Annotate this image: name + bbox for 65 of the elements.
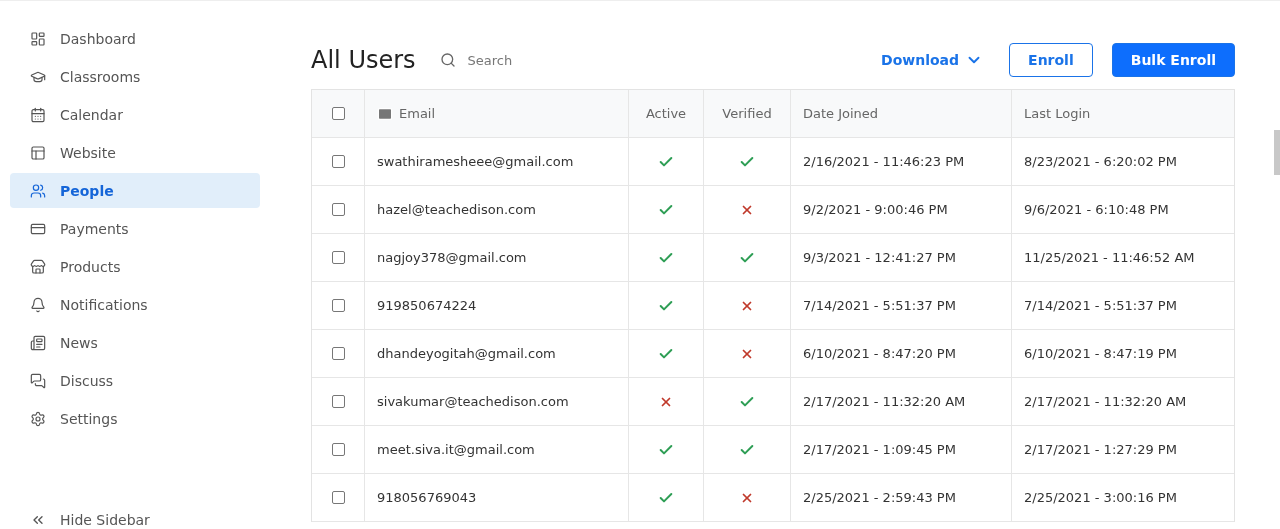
row-checkbox[interactable]	[331, 347, 345, 360]
column-header: Verified	[703, 90, 790, 137]
row-checkbox[interactable]	[331, 251, 345, 264]
table-cell: 8/23/2021 - 6:20:02 PM	[1011, 138, 1234, 185]
table-cell: 6/10/2021 - 8:47:19 PM	[1011, 330, 1234, 377]
table-cell: 918056769043	[364, 474, 628, 521]
column-header: Last Login	[1011, 90, 1234, 137]
sidebar-item[interactable]: Products	[10, 249, 260, 284]
bell-icon	[30, 296, 46, 313]
sidebar-item[interactable]: Notifications	[10, 287, 260, 322]
search-icon	[439, 52, 456, 68]
table-cell: swathiramesheee@gmail.com	[364, 138, 628, 185]
table-cell: 2/17/2021 - 11:32:20 AM	[790, 378, 1011, 425]
table-cell: 2/17/2021 - 11:32:20 AM	[1011, 378, 1234, 425]
settings-icon	[30, 410, 46, 427]
sidebar-item[interactable]: Website	[10, 135, 260, 170]
sidebar-item[interactable]: Calendar	[10, 97, 260, 132]
table-cell: dhandeyogitah@gmail.com	[364, 330, 628, 377]
table-cell: 9/6/2021 - 6:10:48 PM	[1011, 186, 1234, 233]
table-cell: 7/14/2021 - 5:51:37 PM	[790, 282, 1011, 329]
sidebar-item[interactable]: News	[10, 325, 260, 360]
table-cell: hazel@teachedison.com	[364, 186, 628, 233]
people-icon	[30, 182, 46, 199]
chat-icon	[30, 372, 46, 389]
grid-icon	[30, 30, 46, 47]
bulk-enroll-button[interactable]: Bulk Enroll	[1111, 43, 1235, 77]
download-button[interactable]: Download	[875, 50, 990, 70]
scrollbar[interactable]	[1274, 130, 1280, 175]
calendar-icon	[30, 106, 46, 123]
table-cell: 2/16/2021 - 11:46:23 PM	[790, 138, 1011, 185]
table-cell: 2/25/2021 - 2:59:43 PM	[790, 474, 1011, 521]
column-header: Date Joined	[790, 90, 1011, 137]
row-checkbox[interactable]	[331, 443, 345, 456]
sidebar-item[interactable]: Payments	[10, 211, 260, 246]
sidebar-item[interactable]: Settings	[10, 401, 260, 436]
page-title: All Users	[311, 46, 416, 74]
table-cell: 6/10/2021 - 8:47:20 PM	[790, 330, 1011, 377]
sidebar-item[interactable]: Dashboard	[10, 21, 260, 56]
table-cell: 9/2/2021 - 9:00:46 PM	[790, 186, 1011, 233]
table-cell: 2/17/2021 - 1:27:29 PM	[1011, 426, 1234, 473]
newspaper-icon	[30, 334, 46, 351]
hide-sidebar-button[interactable]: Hide Sidebar	[10, 512, 150, 529]
row-checkbox[interactable]	[331, 155, 345, 168]
store-icon	[30, 258, 46, 275]
table-cell: sivakumar@teachedison.com	[364, 378, 628, 425]
table-cell: 2/25/2021 - 3:00:16 PM	[1011, 474, 1234, 521]
table-cell: 9/3/2021 - 12:41:27 PM	[790, 234, 1011, 281]
table-cell: 7/14/2021 - 5:51:37 PM	[1011, 282, 1234, 329]
select-all-checkbox[interactable]	[331, 107, 345, 120]
row-checkbox[interactable]	[331, 203, 345, 216]
row-checkbox[interactable]	[331, 491, 345, 504]
row-checkbox[interactable]	[331, 299, 345, 312]
column-header: Active	[628, 90, 703, 137]
table-cell: 919850674224	[364, 282, 628, 329]
sidebar-item[interactable]: Classrooms	[10, 59, 260, 94]
table-cell: nagjoy378@gmail.com	[364, 234, 628, 281]
row-checkbox[interactable]	[331, 395, 345, 408]
table-cell: 11/25/2021 - 11:46:52 AM	[1011, 234, 1234, 281]
sidebar-item[interactable]: Discuss	[10, 363, 260, 398]
sidebar-item[interactable]: People	[10, 173, 260, 208]
table-cell: 2/17/2021 - 1:09:45 PM	[790, 426, 1011, 473]
enroll-button[interactable]: Enroll	[1009, 43, 1093, 77]
layout-icon	[30, 144, 46, 161]
table-cell: meet.siva.it@gmail.com	[364, 426, 628, 473]
column-header: Email	[364, 90, 628, 137]
